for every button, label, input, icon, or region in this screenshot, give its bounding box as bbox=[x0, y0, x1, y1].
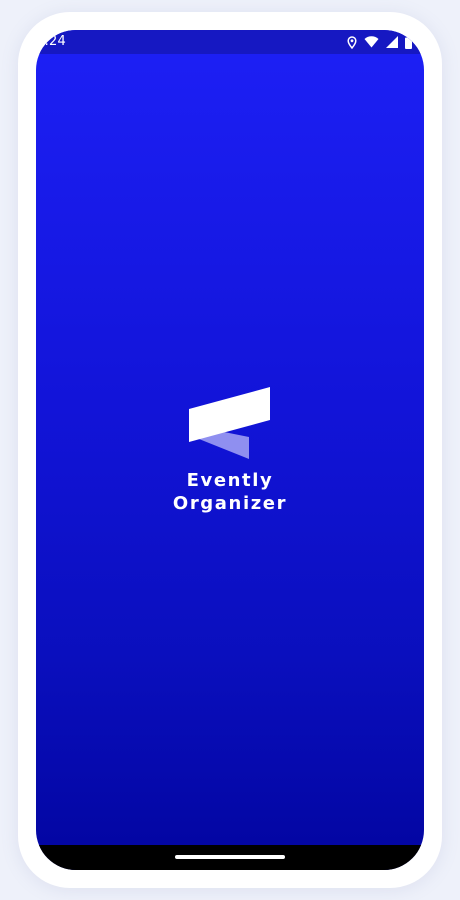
splash-screen: Evently Organizer bbox=[36, 30, 424, 845]
app-name-line2: Organizer bbox=[172, 493, 288, 514]
app-name-line1: Evently bbox=[186, 470, 274, 491]
home-indicator[interactable] bbox=[175, 855, 285, 859]
evently-logo-icon bbox=[187, 387, 271, 459]
navigation-bar bbox=[36, 845, 424, 870]
app-name: Evently Organizer bbox=[130, 469, 330, 515]
page: 8:24 Evently Organizer bbox=[0, 0, 460, 900]
phone-screen: 8:24 Evently Organizer bbox=[36, 30, 424, 870]
